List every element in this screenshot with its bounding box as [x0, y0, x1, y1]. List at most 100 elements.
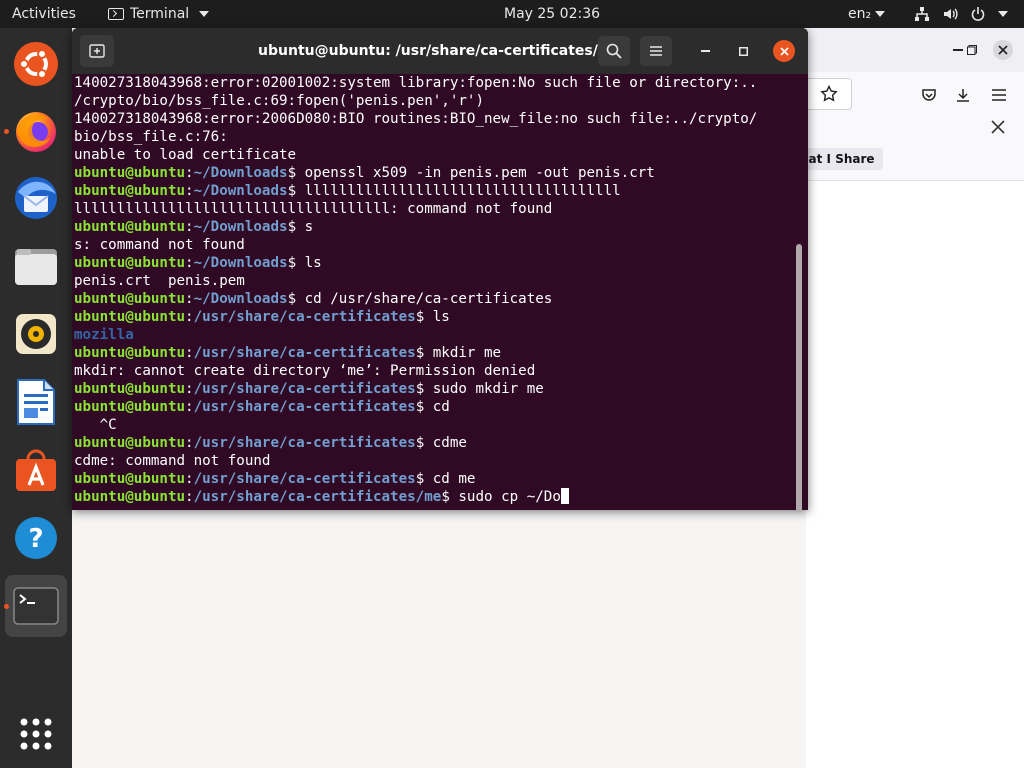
downloads-icon[interactable] [952, 84, 974, 106]
firefox-window: hat I Share [800, 28, 1024, 768]
minimize-icon [700, 50, 710, 52]
prompt-user: ubuntu@ubuntu [74, 435, 186, 451]
dock-libreoffice-writer-icon[interactable] [0, 372, 72, 432]
clock[interactable]: May 25 02:36 [504, 0, 600, 28]
terminal-text: $ cdme [415, 435, 467, 451]
dock-ubuntu-software-icon[interactable] [0, 440, 72, 500]
chevron-down-icon [998, 11, 1008, 17]
terminal-line: 140027318043968:error:02001002:system li… [74, 74, 757, 92]
terminal-text: : [185, 471, 194, 487]
system-tray[interactable] [914, 0, 1008, 28]
maximize-button[interactable] [732, 40, 754, 62]
dock-firefox-icon[interactable] [0, 101, 72, 161]
software-bag-icon [16, 449, 56, 491]
directory-entry: mozilla [74, 327, 134, 343]
minimize-button[interactable] [694, 40, 716, 62]
new-tab-icon [89, 44, 105, 58]
scrollbar[interactable] [796, 244, 802, 510]
running-indicator [4, 604, 9, 609]
new-tab-button[interactable] [80, 35, 114, 67]
chevron-down-icon [875, 11, 886, 17]
terminal-line: ubuntu@ubuntu:~/Downloads$ lllllllllllll… [74, 182, 757, 200]
hamburger-menu-icon[interactable] [988, 84, 1010, 106]
terminal-headerbar: ubuntu@ubuntu: /usr/share/ca-certificate… [72, 28, 808, 74]
close-button[interactable] [773, 40, 795, 62]
prompt-path: ~/Downloads [193, 291, 288, 307]
dock: ? [0, 28, 72, 768]
terminal-window: ubuntu@ubuntu: /usr/share/ca-certificate… [72, 28, 808, 510]
terminal-line: ubuntu@ubuntu:/usr/share/ca-certificates… [74, 308, 757, 326]
svg-text:?: ? [28, 524, 43, 554]
terminal-line: ubuntu@ubuntu:/usr/share/ca-certificates… [74, 470, 757, 488]
terminal-line: s: command not found [74, 236, 757, 254]
search-button[interactable] [598, 36, 630, 66]
close-icon[interactable] [993, 40, 1013, 60]
app-grid-icon [20, 718, 52, 750]
terminal-line: mkdir: cannot create directory ‘me’: Per… [74, 362, 757, 380]
terminal-text: : [185, 255, 194, 271]
terminal-text: : [185, 399, 194, 415]
notification-action-button[interactable]: hat I Share [800, 148, 883, 170]
terminal-output[interactable]: 140027318043968:error:02001002:system li… [72, 74, 808, 510]
ubuntu-logo-icon [14, 42, 58, 86]
prompt-user: ubuntu@ubuntu [74, 291, 186, 307]
pocket-icon[interactable] [918, 84, 940, 106]
terminal-line: ^C [74, 416, 757, 434]
maximize-icon [738, 46, 748, 56]
firefox-toolbar [806, 72, 1024, 119]
prompt-path: /usr/share/ca-certificates [193, 381, 416, 397]
terminal-text: : [185, 345, 194, 361]
prompt-path: /usr/share/ca-certificates [193, 309, 416, 325]
terminal-line: cdme: command not found [74, 452, 757, 470]
hamburger-menu-icon [650, 46, 662, 56]
prompt-user: ubuntu@ubuntu [74, 309, 186, 325]
app-menu-label: Terminal [130, 6, 190, 22]
terminal-line: ubuntu@ubuntu:/usr/share/ca-certificates… [74, 344, 757, 362]
dock-rhythmbox-icon[interactable] [0, 304, 72, 364]
terminal-line: ubuntu@ubuntu:/usr/share/ca-certificates… [74, 434, 757, 452]
terminal-line: lllllllllllllllllllllllllllllllllllll: c… [74, 200, 757, 218]
dock-ubuntu-icon[interactable] [0, 34, 72, 94]
terminal-line: unable to load certificate [74, 146, 757, 164]
volume-icon [944, 8, 958, 20]
terminal-text: mkdir: cannot create directory ‘me’: Per… [74, 363, 536, 379]
thunderbird-icon [15, 177, 57, 219]
search-icon [606, 43, 622, 59]
dock-help-icon[interactable]: ? [0, 508, 72, 568]
bookmark-star-icon[interactable] [806, 78, 852, 110]
terminal-text: : [185, 309, 194, 325]
network-icon [915, 7, 929, 21]
terminal-text: $ ls [287, 255, 322, 271]
close-icon[interactable] [991, 120, 1009, 138]
terminal-text: unable to load certificate [74, 147, 297, 163]
prompt-path: /usr/share/ca-certificates [193, 435, 416, 451]
prompt-user: ubuntu@ubuntu [74, 165, 186, 181]
terminal-text: $ sudo cp ~/Do [441, 489, 561, 505]
libreoffice-writer-icon [17, 379, 55, 425]
dock-thunderbird-icon[interactable] [0, 168, 72, 228]
dock-terminal-icon[interactable] [0, 575, 72, 637]
prompt-user: ubuntu@ubuntu [74, 183, 186, 199]
restore-icon[interactable] [962, 40, 982, 60]
terminal-app-icon [13, 587, 59, 625]
terminal-text: $ cd /usr/share/ca-certificates [287, 291, 553, 307]
running-indicator [4, 129, 9, 134]
terminal-text: : [185, 291, 194, 307]
app-menu[interactable]: Terminal [108, 0, 210, 28]
dock-files-icon[interactable] [0, 236, 72, 296]
show-applications-button[interactable] [0, 704, 72, 764]
terminal-text: cdme: command not found [74, 453, 271, 469]
activities-button[interactable]: Activities [12, 0, 76, 28]
terminal-text: : [185, 381, 194, 397]
close-icon [779, 46, 789, 56]
terminal-text: $ s [287, 219, 314, 235]
text-cursor [560, 488, 569, 504]
keyboard-layout-indicator[interactable]: en₂ [848, 0, 886, 28]
prompt-path: ~/Downloads [193, 219, 288, 235]
terminal-line: ubuntu@ubuntu:/usr/share/ca-certificates… [74, 398, 757, 416]
prompt-path: /usr/share/ca-certificates [193, 471, 416, 487]
terminal-text: $ cd me [415, 471, 476, 487]
terminal-text: 140027318043968:error:2006D080:BIO routi… [74, 111, 758, 127]
menu-button[interactable] [640, 36, 672, 66]
terminal-text: $ ls [415, 309, 450, 325]
